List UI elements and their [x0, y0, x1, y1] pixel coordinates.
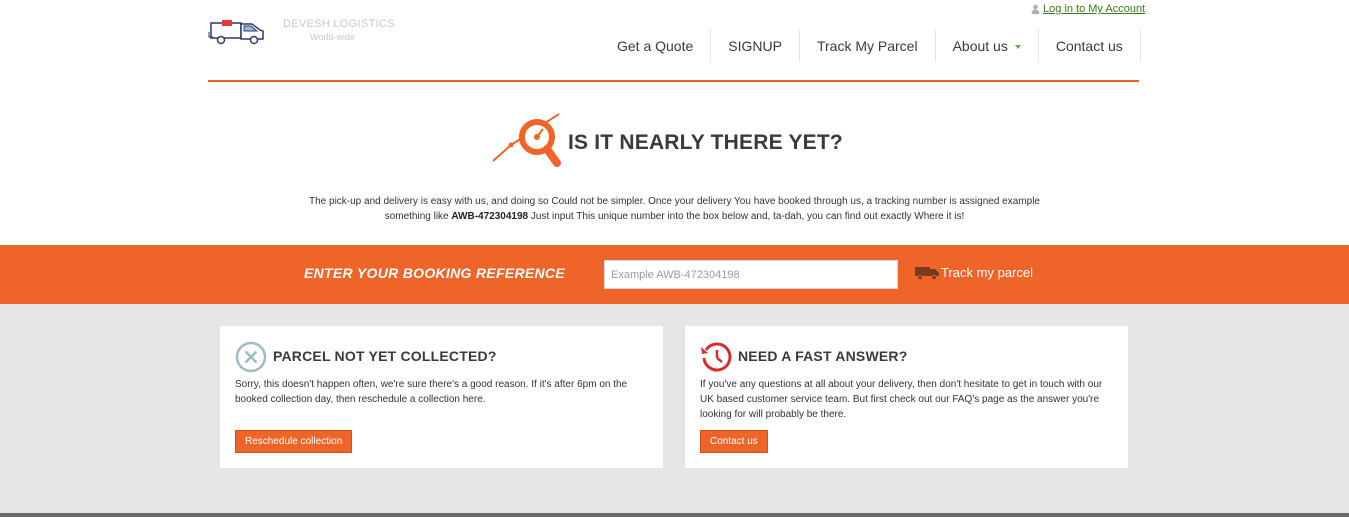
footer-strip	[0, 513, 1349, 517]
main-nav: Get a Quote SIGNUP Track My Parcel About…	[600, 29, 1141, 62]
parcel-not-collected-card: PARCEL NOT YET COLLECTED? Sorry, this do…	[220, 326, 663, 468]
nav-contact-us[interactable]: Contact us	[1039, 29, 1141, 62]
brand-tagline: World-wide	[310, 32, 355, 42]
fast-answer-card: NEED A FAST ANSWER? If you've any questi…	[685, 326, 1128, 468]
header-divider	[208, 80, 1139, 82]
site-header: DEVESH LOGISTICS World-wide Log in to My…	[0, 0, 1349, 82]
brand-name: DEVESH LOGISTICS	[283, 18, 395, 30]
hero-text-awb-example: AWB-472304198	[451, 211, 529, 222]
nav-label: About us	[952, 37, 1008, 54]
card-title: PARCEL NOT YET COLLECTED?	[273, 348, 497, 364]
hero-title: IS IT NEARLY THERE YET?	[568, 131, 843, 154]
nav-about-us[interactable]: About us	[936, 29, 1039, 62]
delivery-van-logo-icon[interactable]	[208, 14, 268, 46]
truck-icon	[915, 266, 939, 280]
help-section	[0, 304, 1349, 517]
login-area: Log in to My Account	[1031, 3, 1145, 15]
booking-label: ENTER YOUR BOOKING REFERENCE	[304, 265, 565, 281]
reschedule-collection-button[interactable]: Reschedule collection	[235, 430, 353, 453]
card-text: If you've any questions at all about you…	[700, 379, 1103, 420]
nav-label: Get a Quote	[617, 37, 694, 54]
magnifier-tracking-icon	[492, 113, 561, 167]
nav-label: SIGNUP	[728, 37, 782, 54]
user-icon	[1031, 4, 1040, 14]
booking-bar: ENTER YOUR BOOKING REFERENCE Track my pa…	[0, 245, 1349, 304]
close-circle-icon	[235, 341, 267, 373]
track-parcel-label: Track my parcel	[941, 265, 1033, 280]
track-parcel-button[interactable]: Track my parcel	[915, 265, 1033, 280]
contact-us-button[interactable]: Contact us	[700, 430, 768, 453]
card-text: Sorry, this doesn't happen often, we're …	[235, 379, 628, 405]
hero-description: The pick-up and delivery is easy with us…	[290, 194, 1059, 224]
nav-label: Track My Parcel	[816, 37, 918, 54]
nav-signup[interactable]: SIGNUP	[711, 29, 800, 62]
card-title: NEED A FAST ANSWER?	[738, 348, 908, 364]
nav-get-a-quote[interactable]: Get a Quote	[600, 29, 712, 62]
login-link[interactable]: Log in to My Account	[1043, 3, 1145, 15]
booking-reference-input[interactable]	[604, 260, 898, 289]
hero-text-part2: Just input This unique number into the b…	[528, 211, 965, 222]
history-clock-icon	[701, 342, 732, 372]
chevron-down-icon	[1014, 44, 1021, 49]
nav-label: Contact us	[1055, 37, 1123, 54]
nav-track-my-parcel[interactable]: Track My Parcel	[800, 29, 936, 62]
